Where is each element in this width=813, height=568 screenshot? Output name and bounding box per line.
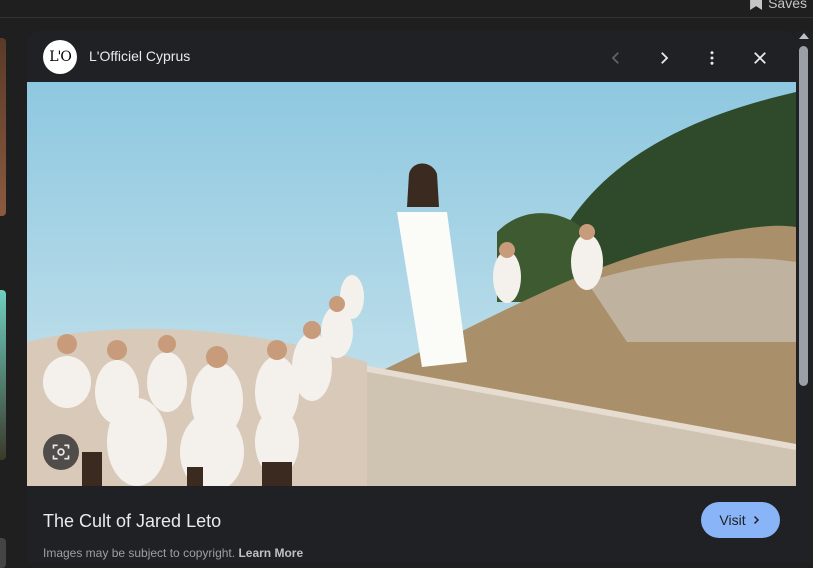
close-icon [754,52,766,64]
photo-illustration [27,82,796,486]
saves-link[interactable]: Saves [750,0,807,11]
lens-icon [52,444,70,460]
more-options-button[interactable] [696,42,728,74]
result-thumbnail[interactable] [0,290,6,460]
saves-label: Saves [768,0,807,11]
chevron-right-icon [661,52,669,64]
result-thumbnail[interactable] [0,538,6,568]
learn-more-link[interactable]: Learn More [238,546,303,560]
visit-button[interactable]: Visit [701,502,780,538]
scrollbar-thumb[interactable] [799,46,808,386]
scroll-up-icon[interactable] [799,33,809,39]
copyright-text: Images may be subject to copyright. [43,546,239,560]
background-results-strip [0,38,6,568]
more-vertical-icon [710,51,714,65]
image-viewer-panel: L'O L'Officiel Cyprus The Cult of Jared … [27,31,796,563]
source-name[interactable]: L'Officiel Cyprus [89,48,190,64]
bookmark-icon [750,0,763,10]
previous-button[interactable] [600,42,632,74]
scrollbar[interactable] [796,31,813,563]
image-title[interactable]: The Cult of Jared Leto [43,511,221,532]
top-bar: Saves [0,0,813,18]
chevron-right-icon [753,515,759,525]
next-button[interactable] [648,42,680,74]
close-button[interactable] [744,42,776,74]
main-image[interactable] [27,82,796,486]
result-thumbnail[interactable] [0,38,6,216]
viewer-header: L'O L'Officiel Cyprus [27,31,796,82]
lens-search-button[interactable] [43,434,79,470]
chevron-left-icon [611,52,619,64]
source-logo[interactable]: L'O [43,40,77,74]
copyright-notice: Images may be subject to copyright. Lear… [43,546,303,560]
visit-label: Visit [719,512,746,528]
